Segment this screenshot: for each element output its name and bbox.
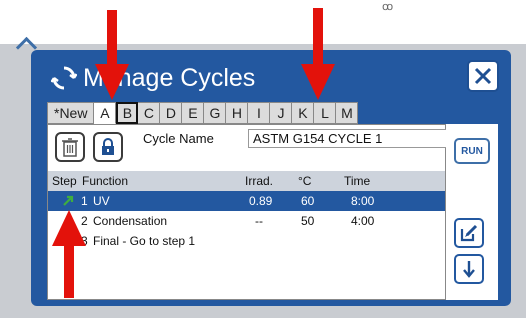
step-function: Condensation: [93, 214, 168, 228]
tab-a[interactable]: A: [94, 102, 117, 124]
lock-icon: [102, 138, 114, 155]
header-step: Step: [52, 174, 77, 188]
steps-table-header: Step Function Irrad. °C Time: [48, 171, 445, 191]
table-row[interactable]: 3 Final - Go to step 1: [48, 231, 445, 251]
step-time: 8:00: [351, 194, 375, 208]
tab-e[interactable]: E: [182, 102, 205, 124]
tab-l[interactable]: L: [314, 102, 337, 124]
edit-step-button[interactable]: [454, 218, 484, 248]
header-temp: °C: [298, 174, 312, 188]
delete-cycle-button[interactable]: [55, 132, 85, 162]
cycle-name-input[interactable]: [248, 129, 448, 148]
step-number: 1: [81, 194, 88, 208]
arrow-down-icon: [463, 261, 475, 278]
red-arrow-down-icon: [301, 8, 335, 100]
cycle-name-label: Cycle Name: [143, 131, 214, 146]
move-step-down-button[interactable]: [454, 254, 484, 284]
step-temp: 60: [301, 194, 315, 208]
tab-g[interactable]: G: [204, 102, 227, 124]
top-glyph: ꝏ: [382, 1, 394, 13]
cycle-tabs: *New A B C D E G H I J K L M: [47, 102, 359, 124]
close-x-icon: [474, 67, 492, 85]
side-button-strip: RUN: [446, 124, 498, 300]
table-row[interactable]: 1 UV 0.89 60 8:00: [48, 191, 445, 211]
red-arrow-down-icon: [95, 10, 129, 100]
red-arrow-up-icon: [52, 210, 86, 298]
table-row[interactable]: 2 Condensation -- 50 4:00: [48, 211, 445, 231]
step-irrad: 0.89: [249, 194, 273, 208]
cycle-editor-panel: Cycle Name Step Function Irrad. °C Time …: [47, 124, 448, 300]
step-temp: 50: [301, 214, 315, 228]
tab-j[interactable]: J: [270, 102, 293, 124]
tab-h[interactable]: H: [226, 102, 249, 124]
step-time: 4:00: [351, 214, 375, 228]
tab-c[interactable]: C: [138, 102, 161, 124]
tab-m[interactable]: M: [336, 102, 359, 124]
run-button[interactable]: RUN: [454, 138, 490, 164]
tab-b[interactable]: B: [116, 102, 139, 124]
tab-i[interactable]: I: [248, 102, 271, 124]
header-time: Time: [344, 174, 371, 188]
cycle-arrows-icon: [51, 66, 77, 90]
tab-new[interactable]: *New: [47, 102, 95, 124]
step-function: UV: [93, 194, 110, 208]
header-irrad: Irrad.: [245, 174, 274, 188]
tab-k[interactable]: K: [292, 102, 315, 124]
trash-icon: [62, 138, 78, 157]
running-step-icon: [63, 195, 74, 206]
step-function: Final - Go to step 1: [93, 234, 196, 248]
dialog-title-row: Manage Cycles: [51, 58, 255, 98]
lock-cycle-button[interactable]: [93, 132, 123, 162]
step-irrad: --: [255, 214, 263, 228]
edit-icon: [460, 224, 478, 242]
tab-d[interactable]: D: [160, 102, 183, 124]
header-function: Function: [82, 174, 129, 188]
close-button[interactable]: [467, 60, 499, 92]
